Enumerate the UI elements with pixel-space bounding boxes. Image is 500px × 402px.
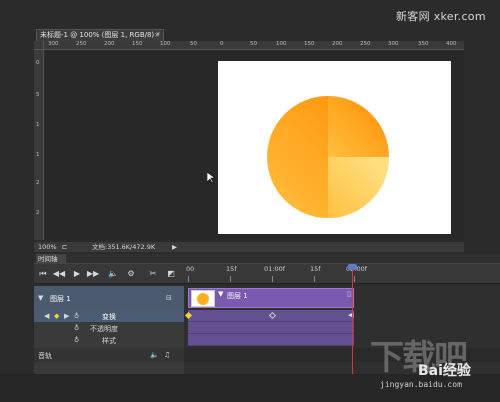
clip-end-handle[interactable]: ▯ — [347, 290, 351, 298]
watermark-url: jingyan.baidu.com — [380, 380, 462, 389]
watermark-bottom: 下载吧 Bai经验 jingyan.baidu.com — [360, 330, 498, 400]
opacity-row[interactable]: ♁ 不透明度 — [34, 322, 184, 334]
time-tick — [230, 276, 231, 282]
audio-track-label: 音轨 — [38, 352, 52, 360]
zoom-level[interactable]: 100% — [38, 242, 57, 252]
clip-expand-icon[interactable]: ▼ — [218, 290, 223, 298]
keyframe-icon[interactable] — [184, 311, 193, 320]
layer-row[interactable]: ▼ 图层 1 ⊟ — [34, 286, 184, 310]
watermark-top: 新客网 xker.com — [396, 10, 486, 23]
transition-icon[interactable]: ◩ — [164, 267, 178, 281]
ruler-label: 2 — [36, 180, 40, 186]
stopwatch-icon[interactable]: ♁ — [74, 312, 79, 320]
time-ruler[interactable]: 00 15f 01:00f 15f 02:00f — [184, 264, 500, 284]
ruler-label: 200 — [104, 41, 115, 47]
ruler-label: 100 — [276, 41, 287, 47]
ruler-label: 150 — [304, 41, 315, 47]
prev-keyframe-icon[interactable]: ◀ — [44, 312, 49, 320]
ruler-label: 5 — [36, 92, 40, 98]
ruler-label: 2 — [36, 210, 40, 216]
status-arrow-icon[interactable]: ▶ — [172, 242, 177, 252]
time-tick — [188, 276, 189, 282]
time-tick — [354, 276, 355, 282]
track-names: ▼ 图层 1 ⊟ ◀ ◆ ▶ ♁ 变换 ♁ 不透明度 ♁ 样式 音轨 🔈 ♫ — [34, 286, 184, 374]
next-frame-button[interactable]: ▶▶ — [86, 267, 100, 281]
audio-row[interactable]: 音轨 🔈 ♫ — [34, 348, 184, 362]
ruler-label: 1 — [36, 152, 40, 158]
keyframe-toggle-icon[interactable]: ◆ — [54, 312, 59, 320]
audio-mute-icon[interactable]: 🔈 — [150, 351, 159, 359]
time-tick — [314, 276, 315, 282]
pie-quarter-sector — [328, 96, 389, 157]
transform-keyframe-lane[interactable]: ◀ — [184, 310, 354, 322]
property-label: 不透明度 — [90, 325, 118, 333]
ruler-label: 250 — [360, 41, 371, 47]
property-label: 变换 — [102, 313, 116, 321]
style-lane[interactable] — [188, 334, 354, 346]
style-row[interactable]: ♁ 样式 — [34, 334, 184, 346]
ruler-label: 200 — [332, 41, 343, 47]
watermark-brand: Bai经验 — [418, 363, 471, 379]
horizontal-ruler: 300 250 200 150 100 50 0 50 100 150 200 … — [44, 41, 464, 50]
ruler-label: 1 — [36, 122, 40, 128]
panel-tab-bar: 时间轴 — [34, 254, 500, 264]
timeline-panel-tab[interactable]: 时间轴 — [36, 254, 66, 264]
split-icon[interactable]: ✂ — [146, 267, 160, 281]
time-label: 15f — [310, 265, 321, 273]
transform-row[interactable]: ◀ ◆ ▶ ♁ 变换 — [34, 310, 184, 322]
ruler-label: 400 — [446, 41, 457, 47]
play-button[interactable]: ▶ — [70, 267, 84, 281]
ruler-label: 350 — [418, 41, 429, 47]
ruler-corner — [34, 41, 44, 50]
first-frame-button[interactable]: ⏮ — [36, 267, 50, 281]
time-label: 15f — [226, 265, 237, 273]
stopwatch-icon[interactable]: ♁ — [74, 336, 79, 344]
ruler-label: 250 — [76, 41, 87, 47]
time-label: 00 — [186, 265, 195, 273]
ruler-label: 0 — [220, 41, 224, 47]
layer-name: 图层 1 — [50, 295, 71, 303]
ruler-label: 150 — [132, 41, 143, 47]
opacity-lane[interactable] — [188, 322, 354, 334]
clip-thumbnail — [191, 290, 215, 307]
document-canvas[interactable] — [218, 61, 451, 234]
status-menu-icon[interactable]: ⊏ — [62, 242, 67, 252]
pie-light-sector — [328, 157, 389, 218]
doc-size: 文档:351.6K/472.9K — [92, 243, 156, 251]
keyframe-icon[interactable] — [268, 311, 277, 320]
pie-graphic — [267, 96, 389, 218]
playhead-line[interactable] — [352, 268, 353, 374]
next-keyframe-icon[interactable]: ▶ — [64, 312, 69, 320]
ruler-label: 50 — [190, 41, 197, 47]
timeline-controls: ⏮ ◀◀ ▶ ▶▶ 🔈 ⚙ ✂ ◩ — [34, 264, 184, 284]
settings-icon[interactable]: ⚙ — [124, 267, 138, 281]
mouse-cursor-icon — [206, 171, 216, 184]
stopwatch-icon[interactable]: ♁ — [74, 324, 79, 332]
ruler-label: 300 — [388, 41, 399, 47]
expand-icon[interactable]: ▼ — [38, 294, 43, 302]
time-tick — [272, 276, 273, 282]
audio-icon[interactable]: 🔈 — [106, 267, 120, 281]
clip-label: 图层 1 — [227, 292, 248, 300]
vertical-ruler: 0 5 1 1 2 2 — [34, 50, 44, 240]
document-tab-title: 未标题-1 @ 100% (图层 1, RGB/8) * — [40, 31, 160, 39]
ruler-label: 300 — [48, 41, 59, 47]
ruler-label: 100 — [160, 41, 171, 47]
close-icon[interactable]: × — [154, 30, 160, 41]
layer-menu-icon[interactable]: ⊟ — [166, 294, 172, 302]
prev-frame-button[interactable]: ◀◀ — [52, 267, 66, 281]
status-bar: 100% ⊏ 文档:351.6K/472.9K ▶ — [34, 242, 464, 252]
time-label: 01:00f — [264, 265, 286, 273]
layer-clip[interactable]: ▼ 图层 1 ▯ — [188, 288, 354, 308]
property-label: 样式 — [102, 337, 116, 345]
ruler-label: 0 — [36, 60, 40, 66]
music-note-icon[interactable]: ♫ — [164, 351, 170, 359]
ruler-label: 50 — [250, 41, 257, 47]
document-tab[interactable]: 未标题-1 @ 100% (图层 1, RGB/8) * × — [36, 29, 164, 41]
